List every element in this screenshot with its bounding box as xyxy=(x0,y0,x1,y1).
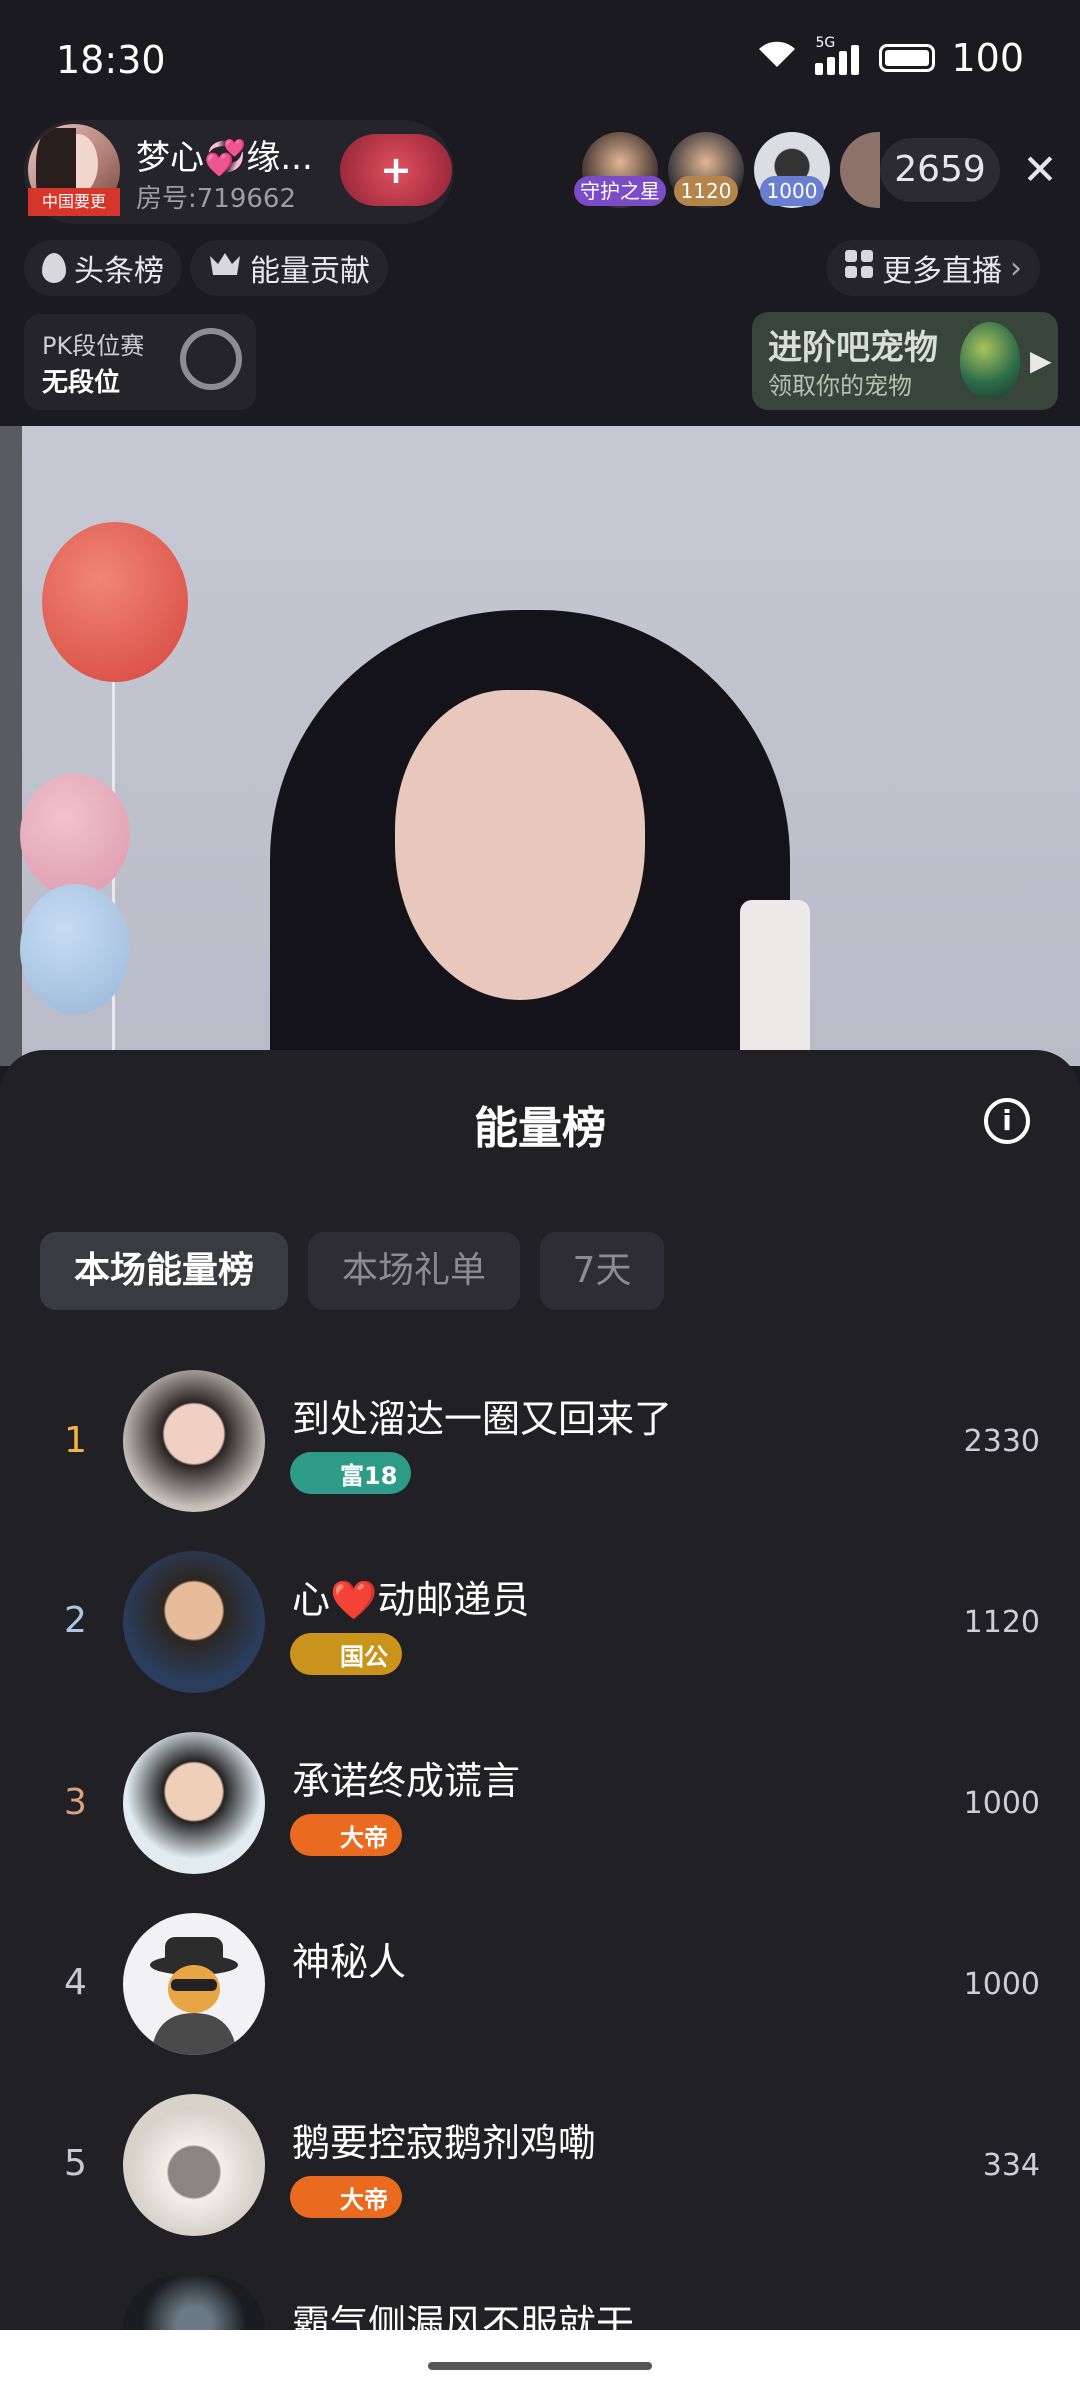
cellular-signal-icon: 5G xyxy=(815,35,863,75)
chair xyxy=(740,900,810,1066)
host-room-id: 房号:719662 xyxy=(136,184,297,214)
pet-banner-title: 进阶吧宠物 xyxy=(768,328,938,368)
video-wall-edge xyxy=(0,426,22,1066)
status-icons: 5G 100 xyxy=(755,35,1024,80)
rank-number: 4 xyxy=(64,1962,87,2003)
status-time: 18:30 xyxy=(56,38,166,82)
flame-icon xyxy=(42,253,66,283)
viewer-count[interactable]: 2659 xyxy=(880,138,1000,202)
home-indicator[interactable] xyxy=(428,2362,652,2370)
noble-rank-badge: 大帝 xyxy=(290,1814,402,1856)
headline-list-button[interactable]: 头条榜 xyxy=(24,240,182,296)
rank-number: 2 xyxy=(64,1600,87,1641)
wifi-icon xyxy=(755,36,799,80)
user-name: 神秘人 xyxy=(292,1940,407,1984)
user-avatar[interactable] xyxy=(123,1370,265,1512)
sheet-title: 能量榜 xyxy=(474,1103,606,1154)
energy-score: 2330 xyxy=(963,1424,1040,1459)
pk-title: PK段位赛 xyxy=(42,332,145,360)
headline-list-label: 头条榜 xyxy=(74,254,164,289)
chevron-right-icon: › xyxy=(1010,250,1022,286)
energy-score: 1120 xyxy=(963,1605,1040,1640)
close-button[interactable]: ✕ xyxy=(1012,142,1068,198)
user-avatar[interactable] xyxy=(123,1732,265,1874)
blue-balloon xyxy=(20,884,130,1014)
red-balloon xyxy=(42,522,188,682)
user-name: 承诺终成谎言 xyxy=(292,1759,521,1803)
battery-icon xyxy=(879,44,936,72)
tab-session-energy[interactable]: 本场能量榜 xyxy=(40,1232,288,1310)
rank-number: 5 xyxy=(64,2143,87,2184)
streamer-face xyxy=(395,690,645,1000)
energy-contribution-button[interactable]: 能量贡献 xyxy=(190,240,388,296)
pet-egg-icon xyxy=(960,322,1020,398)
tab-session-gifts[interactable]: 本场礼单 xyxy=(308,1232,520,1310)
viewer-badge-3: 1000 xyxy=(760,176,824,206)
pk-rank-icon xyxy=(180,328,242,390)
play-arrow-icon: ▶ xyxy=(1030,344,1052,377)
more-live-label: 更多直播 xyxy=(882,254,1002,289)
pink-balloon xyxy=(20,774,130,896)
mystery-user-icon xyxy=(150,1937,238,2055)
rank-number: 1 xyxy=(64,1420,87,1461)
viewer-badge-2: 1120 xyxy=(674,176,738,206)
host-avatar-tag: 中国要更 xyxy=(28,188,120,216)
wealth-level-badge: 富18 xyxy=(290,1452,412,1494)
follow-button[interactable]: + xyxy=(340,134,452,206)
user-avatar[interactable] xyxy=(123,1551,265,1693)
energy-score: 1000 xyxy=(963,1786,1040,1821)
grid-icon xyxy=(844,249,874,287)
viewer-badge-1: 守护之星 xyxy=(574,176,666,206)
tab-7-days[interactable]: 7天 xyxy=(540,1232,664,1310)
crown-icon xyxy=(208,250,242,286)
user-avatar[interactable] xyxy=(123,2094,265,2236)
user-name: 到处溜达一圈又回来了 xyxy=(292,1397,673,1441)
pet-banner-subtitle: 领取你的宠物 xyxy=(768,372,912,400)
user-name: 心❤️动邮递员 xyxy=(292,1578,530,1622)
user-name: 霸气侧漏风不服就干 xyxy=(292,2302,635,2330)
energy-score: 334 xyxy=(982,2148,1040,2183)
close-icon: ✕ xyxy=(1022,145,1058,194)
noble-rank-badge: 国公 xyxy=(290,1633,402,1675)
network-type-label: 5G xyxy=(815,35,836,51)
noble-rank-badge: 大帝 xyxy=(290,2176,402,2218)
info-icon[interactable]: i xyxy=(984,1098,1030,1144)
more-live-button[interactable]: 更多直播 › xyxy=(826,240,1040,296)
viewer-avatar-4[interactable] xyxy=(840,132,880,208)
pk-rank-value: 无段位 xyxy=(42,368,121,398)
plus-heart-icon: + xyxy=(380,148,412,192)
rank-number: 3 xyxy=(64,1782,87,1823)
battery-level: 100 xyxy=(951,36,1024,80)
host-name: 梦心💞缘... xyxy=(136,138,313,178)
energy-score: 1000 xyxy=(963,1967,1040,2002)
user-avatar[interactable] xyxy=(123,1913,265,2055)
user-name: 鹅要控寂鹅剂鸡嘞 xyxy=(292,2121,597,2165)
energy-contribution-label: 能量贡献 xyxy=(250,254,370,289)
